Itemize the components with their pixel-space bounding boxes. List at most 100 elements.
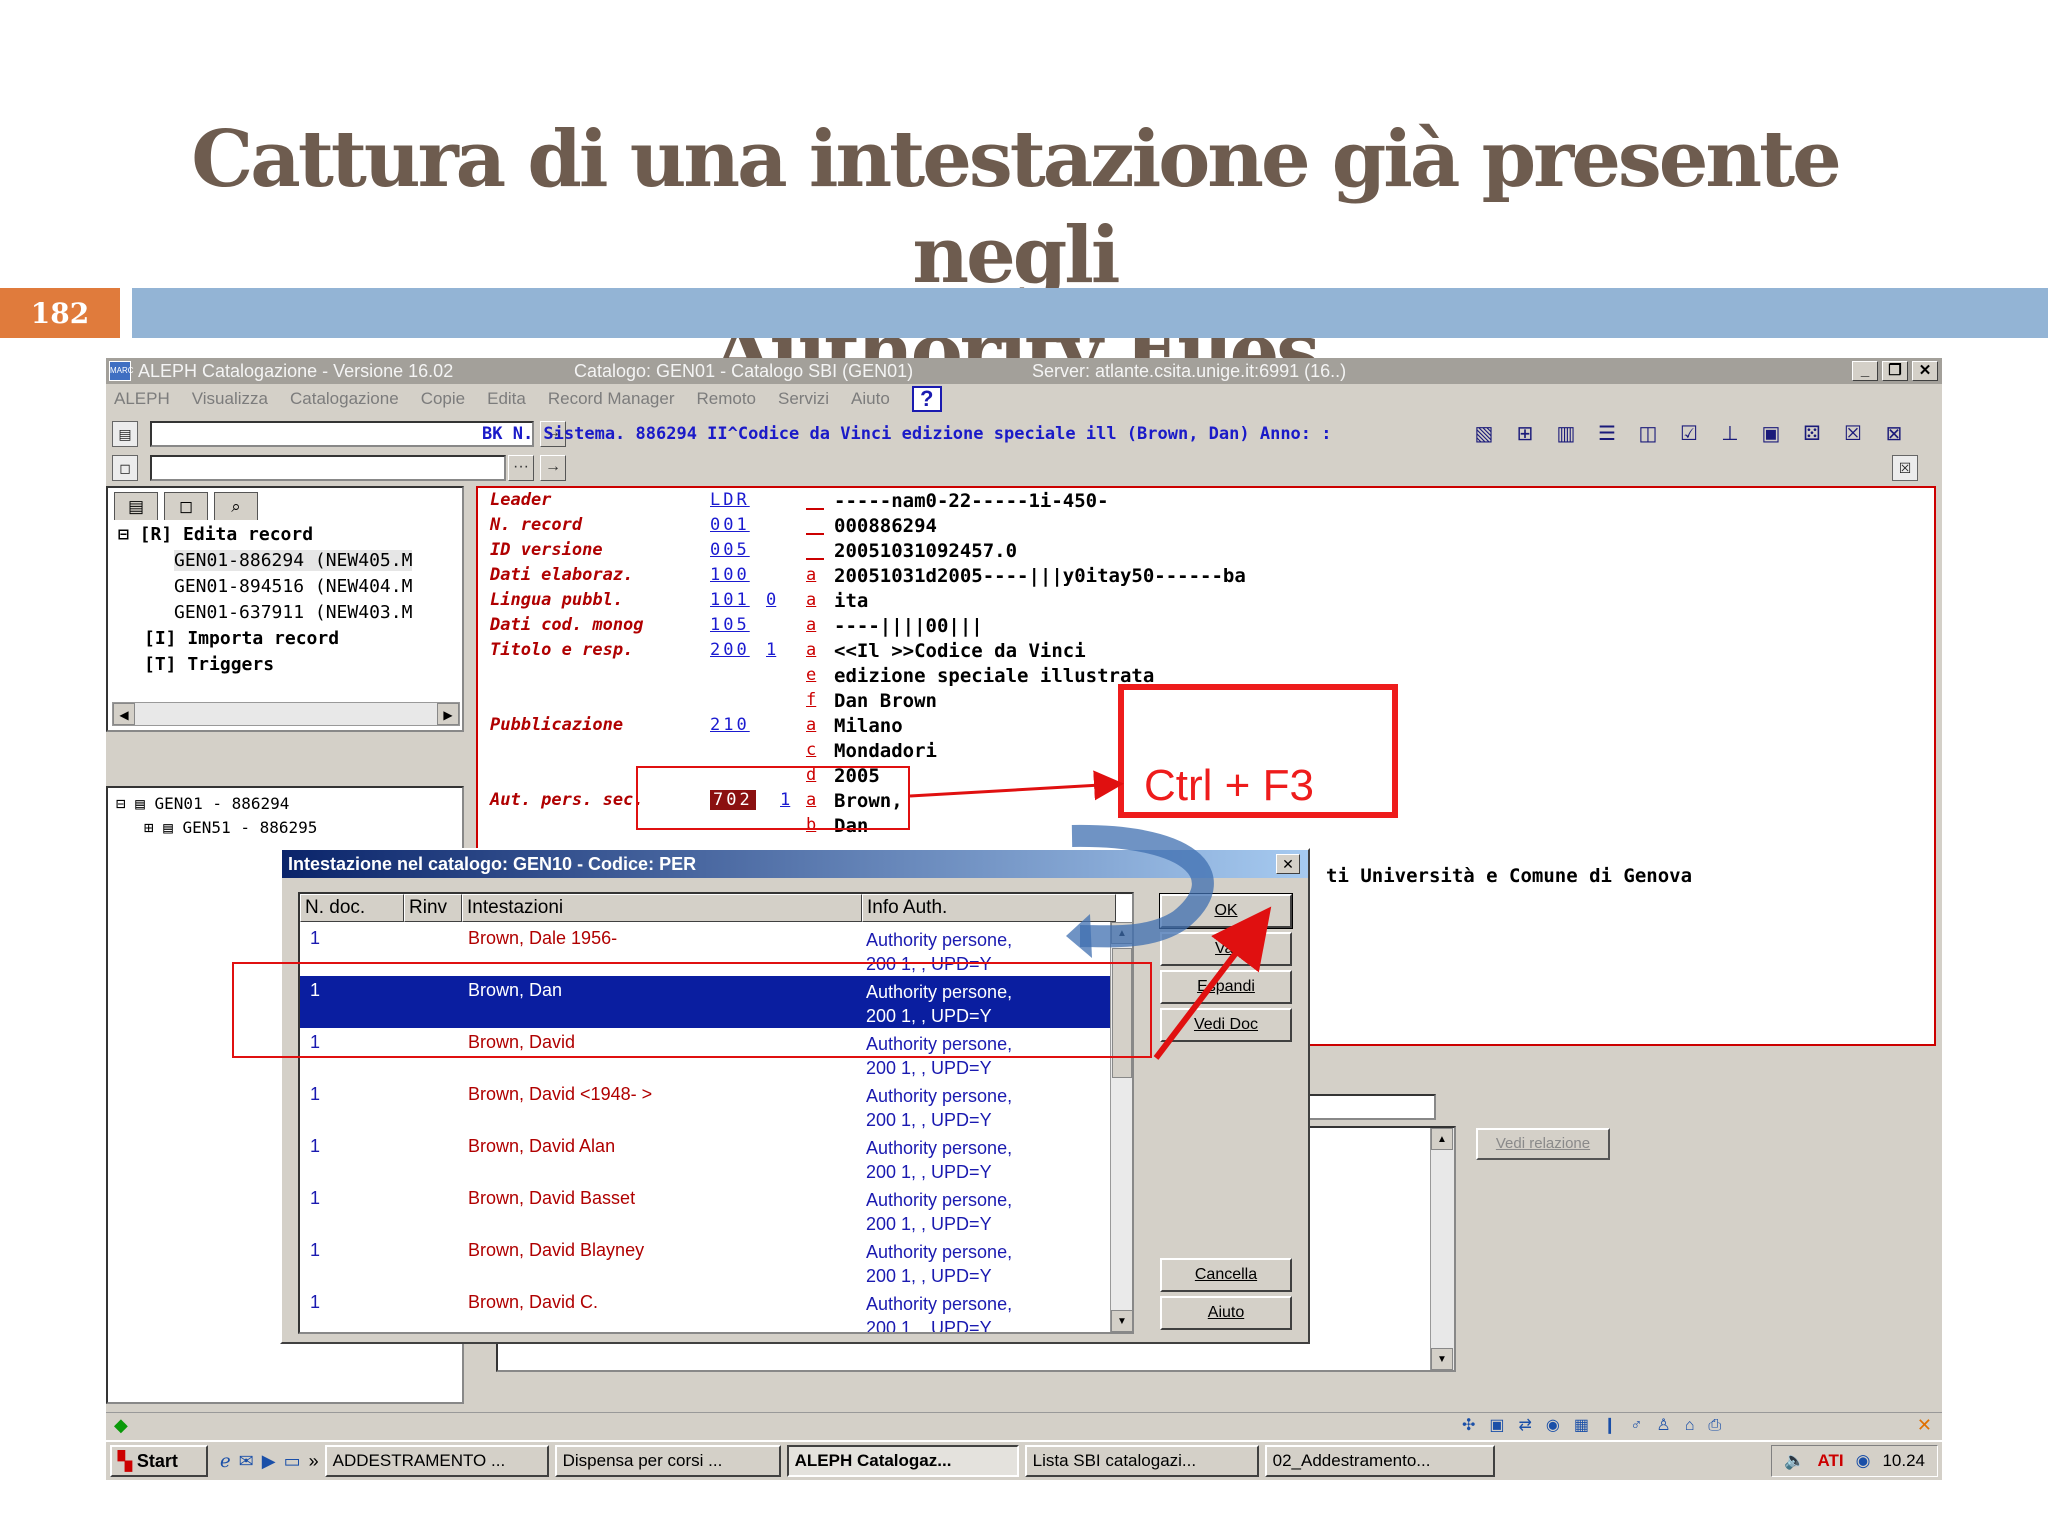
col-info-auth[interactable]: Info Auth. <box>862 894 1116 922</box>
cancella-button[interactable]: Cancella <box>1160 1258 1292 1292</box>
menu-aiuto[interactable]: Aiuto <box>851 389 890 409</box>
task-aleph[interactable]: ALEPH Catalogaz... <box>786 1445 1019 1477</box>
field-indicator[interactable]: 0 <box>766 590 800 610</box>
field-value-partial[interactable]: ti Università e Comune di Genova <box>1326 865 1692 887</box>
browse-button[interactable]: ··· <box>508 455 534 481</box>
ok-button[interactable]: OK <box>1159 893 1293 929</box>
vedi-relazione-button[interactable]: Vedi relazione <box>1476 1128 1610 1160</box>
field-value[interactable]: edizione speciale illustrata <box>834 665 1154 687</box>
subfield-code[interactable]: a <box>806 615 816 635</box>
scroll-up-icon[interactable]: ▲ <box>1431 1128 1453 1150</box>
cube-icon[interactable]: ◫ <box>1632 420 1664 448</box>
marc-icon[interactable]: ▣ <box>1755 420 1787 448</box>
field-value[interactable]: 20051031d2005----|||y0itay50------ba <box>834 565 1246 587</box>
field-tag[interactable]: 105 <box>710 615 750 635</box>
delete-icon[interactable]: ☒ <box>1837 420 1869 448</box>
field-row-001[interactable]: N. record 001 000886294 <box>478 515 1934 540</box>
outlook-icon[interactable]: ✉ <box>239 1451 254 1472</box>
field-value[interactable]: Milano <box>834 715 903 737</box>
field-tag[interactable]: 005 <box>710 540 750 560</box>
linked-gen51[interactable]: ⊞ ▤ GEN51 - 886295 <box>144 818 317 837</box>
field-value[interactable]: ita <box>834 590 868 612</box>
edit-record-icon[interactable]: ▧ <box>1468 420 1500 448</box>
export-icon[interactable]: ⊠ <box>1878 420 1910 448</box>
scroll-down-icon[interactable]: ▼ <box>1111 1310 1132 1332</box>
split-icon[interactable]: ⊥ <box>1714 420 1746 448</box>
heading-list[interactable]: N. doc. Rinv Intestazioni Info Auth. 1 B… <box>298 892 1134 1334</box>
field-value[interactable]: 20051031092457.0 <box>834 540 1017 562</box>
tree-item-637911[interactable]: GEN01-637911 (NEW403.M <box>174 602 412 623</box>
list-item[interactable]: 1 Brown, David Blayney Authority persone… <box>300 1236 1116 1288</box>
field-value[interactable]: ----||||00||| <box>834 615 983 637</box>
list-icon[interactable]: ☰ <box>1591 420 1623 448</box>
tree-item-894516[interactable]: GEN01-894516 (NEW404.M <box>174 576 412 597</box>
list-item[interactable]: 1 Brown, David Basset Authority persone,… <box>300 1184 1116 1236</box>
tree-edit-record[interactable]: ⊟ [R] Edita record <box>118 524 313 545</box>
task-addestramento[interactable]: ADDESTRAMENTO ... <box>324 1445 549 1477</box>
media-icon[interactable]: ▶ <box>262 1451 276 1472</box>
more-icon[interactable]: » <box>309 1451 319 1472</box>
close-record-icon[interactable]: ☒ <box>1892 455 1918 481</box>
subfield-code[interactable]: a <box>806 590 816 610</box>
field-row-101[interactable]: Lingua pubbl. 101 0 a ita <box>478 590 1934 615</box>
desktop-icon[interactable]: ▭ <box>284 1451 301 1472</box>
check-icon[interactable]: ☑ <box>1673 420 1705 448</box>
subfield-code[interactable]: f <box>806 690 816 710</box>
dice-icon[interactable]: ⚄ <box>1796 420 1828 448</box>
minimize-button[interactable]: _ <box>1852 361 1878 381</box>
tab-edit-icon[interactable]: ▤ <box>114 492 158 520</box>
network-icon[interactable]: ◉ <box>1856 1446 1871 1476</box>
tab-search-icon[interactable]: ⌕ <box>214 492 258 520</box>
tab-box-icon[interactable]: ◻ <box>164 492 208 520</box>
tree-hscroll[interactable]: ◀ ▶ <box>112 702 460 726</box>
col-intestazioni[interactable]: Intestazioni <box>462 894 862 922</box>
ie-icon[interactable]: ℯ <box>220 1451 231 1472</box>
field-tag[interactable]: 001 <box>710 515 750 535</box>
field-indicator[interactable]: 1 <box>766 640 800 660</box>
scroll-left-icon[interactable]: ◀ <box>113 703 135 725</box>
field-row-ldr[interactable]: Leader LDR -----nam0-22-----1i-450- <box>478 490 1934 515</box>
espandi-button[interactable]: Espandi <box>1160 970 1292 1004</box>
field-value[interactable]: Mondadori <box>834 740 937 762</box>
tree-icon[interactable]: ⊞ <box>1509 420 1541 448</box>
book-icon[interactable]: ▥ <box>1550 420 1582 448</box>
search-input-2[interactable] <box>150 455 506 481</box>
menu-aleph[interactable]: ALEPH <box>114 389 170 409</box>
box-icon[interactable]: ◻ <box>112 455 138 481</box>
vedi-doc-button[interactable]: Vedi Doc <box>1160 1008 1292 1042</box>
field-row-200[interactable]: Titolo e resp. 200 1 a <<Il >>Codice da … <box>478 640 1934 665</box>
field-tag[interactable]: 200 <box>710 640 750 660</box>
vai-button[interactable]: Vai <box>1160 932 1292 966</box>
menu-servizi[interactable]: Servizi <box>778 389 829 409</box>
menu-remoto[interactable]: Remoto <box>696 389 756 409</box>
list-item[interactable]: 1 Brown, David Alan Authority persone, 20… <box>300 1132 1116 1184</box>
scroll-down-icon[interactable]: ▼ <box>1431 1348 1453 1370</box>
field-value[interactable]: Dan Brown <box>834 690 937 712</box>
task-lista-sbi[interactable]: Lista SBI catalogazi... <box>1024 1445 1259 1477</box>
menu-visualizza[interactable]: Visualizza <box>192 389 268 409</box>
task-dispensa[interactable]: Dispensa per corsi ... <box>554 1445 781 1477</box>
go-arrow-icon-2[interactable]: → <box>540 455 566 481</box>
menu-catalogazione[interactable]: Catalogazione <box>290 389 399 409</box>
menu-record-manager[interactable]: Record Manager <box>548 389 675 409</box>
start-button[interactable]: ▚ Start <box>110 1445 208 1477</box>
scroll-up-icon[interactable]: ▲ <box>1111 922 1132 944</box>
field-value[interactable]: -----nam0-22-----1i-450- <box>834 490 1109 512</box>
col-n-doc[interactable]: N. doc. <box>300 894 404 922</box>
list-item[interactable]: 1 Brown, David C. Authority persone, 200 … <box>300 1288 1116 1332</box>
relations-vscroll[interactable]: ▲ ▼ <box>1430 1128 1454 1370</box>
field-tag[interactable]: LDR <box>710 490 750 510</box>
volume-icon[interactable]: 🔈 <box>1784 1446 1805 1476</box>
menu-copie[interactable]: Copie <box>421 389 465 409</box>
field-tag[interactable]: 101 <box>710 590 750 610</box>
task-02-addestramento[interactable]: 02_Addestramento... <box>1264 1445 1495 1477</box>
status-close-icon[interactable]: ✕ <box>1917 1415 1932 1436</box>
subfield-code[interactable]: e <box>806 665 816 685</box>
field-row-105[interactable]: Dati cod. monog 105 a ----||||00||| <box>478 615 1934 640</box>
tree-import-record[interactable]: [I] Importa record <box>144 628 339 649</box>
field-value[interactable]: <<Il >>Codice da Vinci <box>834 640 1086 662</box>
tree-triggers[interactable]: [T] Triggers <box>144 654 274 675</box>
subfield-code[interactable]: c <box>806 740 816 760</box>
list-item[interactable]: 1 Brown, David <1948- > Authority person… <box>300 1080 1116 1132</box>
dialog-close-button[interactable]: ✕ <box>1276 854 1300 874</box>
